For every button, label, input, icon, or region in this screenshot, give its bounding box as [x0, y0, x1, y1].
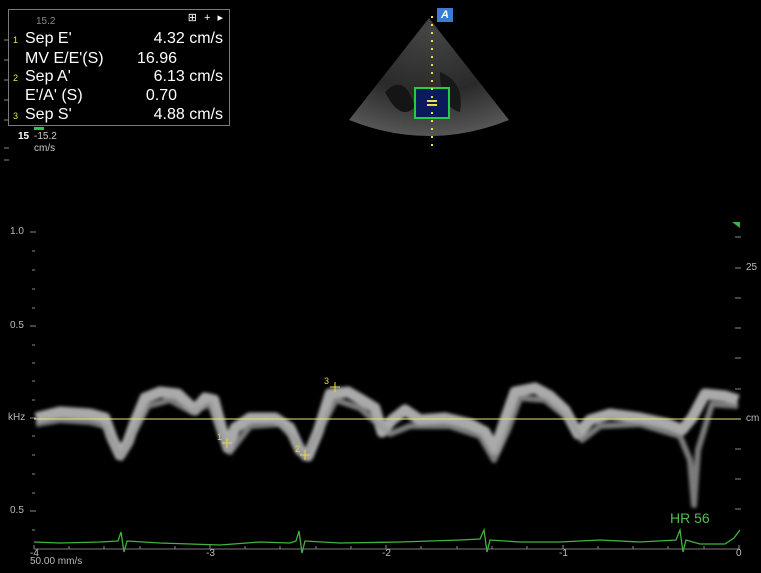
- right-marker-icon: [732, 222, 740, 228]
- right-axis-label: 25: [746, 262, 758, 273]
- ultrasound-screen: ⊞ + ▸ 1 Sep E' 4.32 cm/s MV E/E'(S) 16.9…: [0, 0, 761, 573]
- spectral-display: [4, 39, 741, 554]
- sweep-speed: 50.00 mm/s: [30, 556, 83, 567]
- time-label: 0: [736, 548, 742, 559]
- marker-label-3[interactable]: 3: [324, 376, 329, 386]
- time-label: -1: [559, 548, 568, 559]
- top-scale-ticks: [4, 39, 9, 161]
- left-axis-label: 0.5: [10, 505, 24, 516]
- doppler-spectrum: [34, 382, 740, 508]
- time-label: -2: [382, 548, 391, 559]
- time-label: -3: [206, 548, 215, 559]
- marker-label-2[interactable]: 2: [295, 444, 300, 454]
- marker-label-1[interactable]: 1: [217, 432, 222, 442]
- left-axis-ticks: [30, 231, 36, 531]
- left-axis-unit: kHz: [8, 412, 26, 423]
- right-axis-ticks: [735, 236, 741, 510]
- left-axis-label: 0.5: [10, 320, 24, 331]
- right-axis-unit: cm: [746, 413, 760, 424]
- heart-rate: HR 56: [670, 510, 710, 526]
- left-axis-label: 1.0: [10, 226, 24, 237]
